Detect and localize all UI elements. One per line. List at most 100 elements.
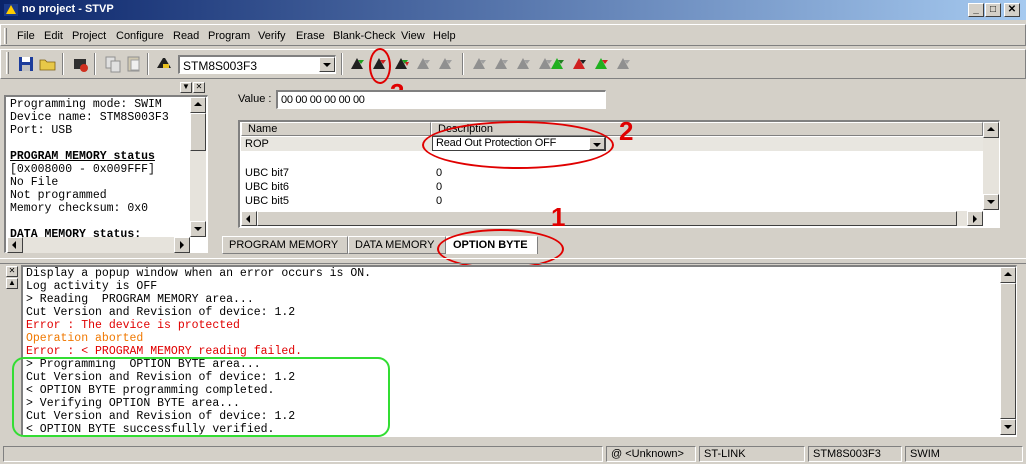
annotation-number-2: 2 xyxy=(619,116,634,146)
menu-blank-check[interactable]: Blank-Check xyxy=(333,30,395,42)
menu-file[interactable]: File xyxy=(17,30,35,42)
column-header-name[interactable]: Name xyxy=(241,122,431,136)
paste-icon[interactable] xyxy=(124,54,144,74)
log-line: Log activity is OFF xyxy=(26,280,158,293)
log-line: Error : The device is protected xyxy=(26,319,240,332)
value-input-text: 00 00 00 00 00 00 xyxy=(281,94,365,106)
toolbar-grip[interactable] xyxy=(6,52,9,74)
log-scroll-up-button[interactable] xyxy=(1000,267,1016,283)
toolbar-separator xyxy=(462,53,464,75)
title-bar[interactable] xyxy=(0,0,1026,20)
maximize-button[interactable]: □ xyxy=(985,3,1001,17)
tab-data-memory[interactable]: DATA MEMORY xyxy=(348,236,446,254)
toolbar-separator xyxy=(94,53,96,75)
erase-all-icon[interactable] xyxy=(414,54,434,74)
info-vertical-scrollbar[interactable] xyxy=(190,97,206,237)
verify-current-tab-icon[interactable] xyxy=(514,54,534,74)
rop-name: ROP xyxy=(245,138,269,150)
menu-help[interactable]: Help xyxy=(433,30,456,42)
program-current-tab-icon[interactable] xyxy=(492,54,512,74)
menu-grip[interactable] xyxy=(4,28,7,44)
pane-splitter[interactable] xyxy=(0,258,1026,264)
table-horizontal-scrollbar[interactable] xyxy=(241,211,983,226)
log-vertical-scrollbar[interactable] xyxy=(1000,267,1016,435)
info-scroll-up-button[interactable] xyxy=(190,97,206,113)
table-scroll-down-button[interactable] xyxy=(983,194,999,210)
status-mode: SWIM xyxy=(905,446,1023,462)
tab-program-memory[interactable]: PROGRAM MEMORY xyxy=(222,236,348,254)
info-line: Not programmed xyxy=(10,189,107,202)
minimize-button[interactable]: _ xyxy=(968,3,984,17)
log-line: Cut Version and Revision of device: 1.2 xyxy=(26,306,296,319)
log-line: Display a popup window when an error occ… xyxy=(26,267,372,280)
verify-option-byte-icon[interactable] xyxy=(592,54,612,74)
panel-float-button[interactable]: ▼ xyxy=(180,82,192,93)
status-message-cell xyxy=(3,446,603,462)
table-row-value: 0 xyxy=(436,195,443,207)
device-select-dropdown[interactable] xyxy=(319,57,335,72)
log-line: Operation aborted xyxy=(26,332,144,345)
value-label: Value : xyxy=(238,93,272,105)
stvp-app-icon[interactable] xyxy=(3,2,19,18)
save-icon[interactable] xyxy=(16,54,36,74)
table-vertical-scrollbar[interactable] xyxy=(983,122,999,210)
log-close-button[interactable]: ✕ xyxy=(6,266,18,277)
menu-verify[interactable]: Verify xyxy=(258,30,286,42)
erase-option-byte-icon[interactable] xyxy=(614,54,634,74)
info-line xyxy=(10,215,192,228)
table-scroll-right-button[interactable] xyxy=(967,211,983,226)
table-row-name[interactable]: UBC bit7 xyxy=(245,167,289,179)
info-scroll-thumb[interactable] xyxy=(190,113,206,151)
device-chip-icon[interactable] xyxy=(154,54,174,74)
menu-view[interactable]: View xyxy=(401,30,425,42)
toolbar-separator xyxy=(341,53,343,75)
status-tool: ST-LINK xyxy=(699,446,805,462)
read-current-tab-icon[interactable] xyxy=(470,54,490,74)
read-option-byte-icon[interactable] xyxy=(548,54,568,74)
table-row-value: 0 xyxy=(436,181,443,193)
log-panel-caption: ✕ ▲ xyxy=(6,266,18,292)
log-line: > Reading PROGRAM MEMORY area... xyxy=(26,293,254,306)
blank-check-all-icon[interactable] xyxy=(436,54,456,74)
device-info-text: Programming mode: SWIM Device name: STM8S… xyxy=(10,98,192,238)
menu-configure[interactable]: Configure xyxy=(116,30,164,42)
log-scroll-thumb[interactable] xyxy=(1000,283,1016,419)
device-select[interactable]: STM8S003F3 xyxy=(178,55,336,74)
annotation-green-box xyxy=(12,357,390,437)
table-row-name[interactable]: UBC bit5 xyxy=(245,195,289,207)
info-line: No File xyxy=(10,176,59,189)
info-horizontal-scrollbar[interactable] xyxy=(7,237,190,253)
table-row-name[interactable]: UBC bit6 xyxy=(245,181,289,193)
log-float-button[interactable]: ▲ xyxy=(6,278,18,289)
read-all-icon[interactable] xyxy=(348,54,368,74)
menu-project[interactable]: Project xyxy=(72,30,106,42)
table-scroll-left-button[interactable] xyxy=(241,211,257,226)
panel-close-button[interactable]: ✕ xyxy=(193,82,205,93)
log-scroll-down-button[interactable] xyxy=(1000,419,1016,435)
chip-settings-icon[interactable] xyxy=(70,54,90,74)
value-input[interactable]: 00 00 00 00 00 00 xyxy=(276,90,606,109)
table-hscroll-thumb[interactable] xyxy=(257,211,957,226)
verify-all-icon[interactable] xyxy=(392,54,412,74)
open-folder-icon[interactable] xyxy=(38,54,58,74)
info-line: Memory checksum: 0x0 xyxy=(10,202,149,215)
program-option-byte-icon[interactable] xyxy=(570,54,590,74)
info-scroll-right-button[interactable] xyxy=(174,237,190,253)
info-scroll-left-button[interactable] xyxy=(7,237,23,253)
menu-erase[interactable]: Erase xyxy=(296,30,325,42)
menu-read[interactable]: Read xyxy=(173,30,199,42)
menu-program[interactable]: Program xyxy=(208,30,250,42)
close-button[interactable]: ✕ xyxy=(1004,3,1020,17)
info-line: Port: USB xyxy=(10,124,73,137)
toolbar-separator xyxy=(147,53,149,75)
copy-icon[interactable] xyxy=(103,54,123,74)
info-panel-caption: ▼ ✕ xyxy=(4,82,208,94)
window-title: no project - STVP xyxy=(22,3,114,15)
toolbar-separator xyxy=(62,53,64,75)
info-line: PROGRAM MEMORY status xyxy=(10,150,155,163)
menu-edit[interactable]: Edit xyxy=(44,30,63,42)
info-scroll-down-button[interactable] xyxy=(190,221,206,237)
device-select-value: STM8S003F3 xyxy=(183,59,258,73)
table-scroll-up-button[interactable] xyxy=(983,122,999,138)
info-line xyxy=(10,137,192,150)
